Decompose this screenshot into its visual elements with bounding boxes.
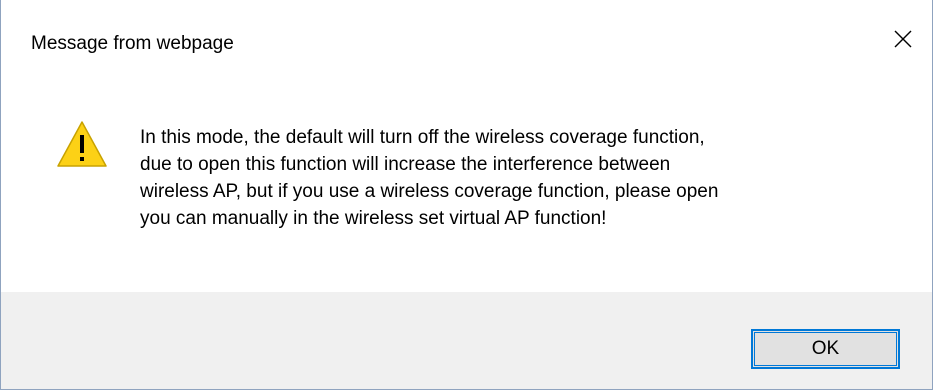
message-line: In this mode, the default will turn off … [140,127,705,148]
close-button[interactable] [874,14,932,64]
dialog-content: In this mode, the default will turn off … [1,76,932,292]
dialog-footer: OK [1,292,932,389]
message-line: due to open this function will increase … [140,154,671,175]
warning-icon [57,121,107,167]
ok-button[interactable]: OK [751,329,900,369]
message-line: you can manually in the wireless set vir… [140,208,607,229]
message-text: In this mode, the default will turn off … [140,124,900,232]
title-bar: Message from webpage [1,0,932,76]
dialog-title: Message from webpage [31,33,234,54]
close-icon [894,30,912,48]
message-line: wireless AP, but if you use a wireless c… [140,181,719,202]
message-dialog: Message from webpage In this mode, the d… [0,0,933,390]
